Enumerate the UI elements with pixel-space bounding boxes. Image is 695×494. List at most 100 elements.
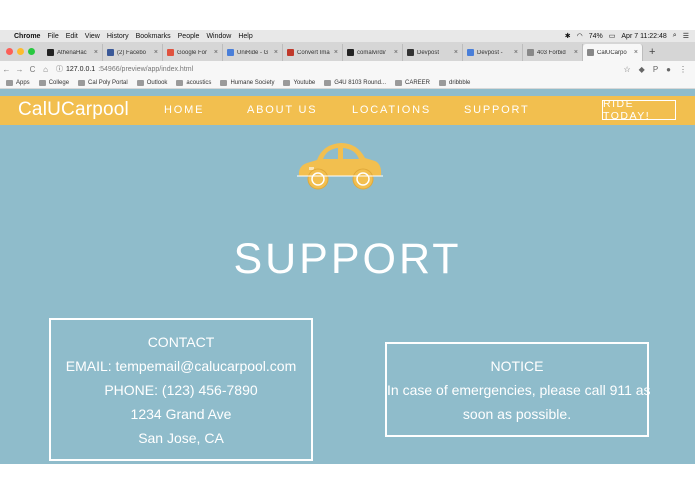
- url-host: 127.0.0.1: [66, 65, 96, 73]
- browser-tab[interactable]: UniRide - G ×: [223, 44, 283, 61]
- bookmark-item[interactable]: College: [38, 79, 69, 86]
- folder-icon: [283, 79, 291, 86]
- browser-tab[interactable]: (2) Facebo ×: [103, 44, 163, 61]
- menu-history[interactable]: History: [107, 33, 129, 40]
- back-icon[interactable]: ←: [0, 65, 13, 74]
- reload-icon[interactable]: C: [26, 65, 39, 74]
- star-icon[interactable]: ☆: [623, 65, 630, 74]
- zoom-window-icon[interactable]: [28, 48, 35, 55]
- browser-tab[interactable]: Devpost ×: [403, 44, 463, 61]
- menu-bookmarks[interactable]: Bookmarks: [136, 33, 171, 40]
- tab-title: AthenaHac: [57, 49, 87, 56]
- folder-icon: [38, 79, 46, 86]
- folder-icon: [136, 79, 144, 86]
- tab-favicon-icon: [107, 49, 114, 56]
- tab-title: Devpost: [417, 49, 440, 56]
- bookmark-item[interactable]: Apps: [6, 79, 30, 86]
- car-icon: [297, 143, 383, 190]
- menu-app[interactable]: Chrome: [14, 33, 40, 40]
- nav-locations[interactable]: LOCATIONS: [352, 104, 431, 116]
- search-icon[interactable]: ⌕: [673, 32, 677, 40]
- tab-strip: AthenaHac × (2) Facebo × Google For × UniRide …: [0, 42, 695, 61]
- bookmark-item[interactable]: Outlook: [136, 79, 168, 86]
- menu-list-icon[interactable]: ☰: [683, 32, 689, 40]
- extension-icon[interactable]: ◆: [639, 65, 645, 74]
- bookmark-label: Youtube: [293, 79, 316, 86]
- new-tab-button[interactable]: +: [643, 46, 661, 61]
- tab-title: Convert Ima: [297, 49, 330, 56]
- folder-icon: [439, 79, 446, 86]
- url-field[interactable]: ⓘ 127.0.0.1:54966/preview/app/index.html: [56, 64, 623, 74]
- tab-close-icon[interactable]: ×: [634, 49, 638, 56]
- minimize-window-icon[interactable]: [17, 48, 24, 55]
- profile-avatar[interactable]: ●: [666, 65, 671, 74]
- bookmark-item[interactable]: Youtube: [283, 79, 316, 86]
- browser-tab[interactable]: Devpost - ×: [463, 44, 523, 61]
- bookmark-item[interactable]: G4U 8103 Round...: [324, 79, 386, 86]
- tab-close-icon[interactable]: ×: [94, 49, 98, 56]
- menu-edit[interactable]: Edit: [66, 33, 78, 40]
- battery-icon[interactable]: ▭: [609, 32, 616, 40]
- wifi-icon[interactable]: ◠: [577, 32, 583, 40]
- site-logo[interactable]: CalUCarpool: [18, 99, 129, 121]
- bookmark-item[interactable]: Cal Poly Portal: [78, 79, 128, 86]
- clock[interactable]: Apr 7 11:22:48: [621, 33, 666, 40]
- notice-line-1: In case of emergencies, please call 911 …: [387, 382, 651, 398]
- tab-favicon-icon: [527, 49, 534, 56]
- nav-about-us[interactable]: ABOUT US: [247, 104, 317, 116]
- folder-icon: [6, 79, 13, 86]
- forward-icon[interactable]: →: [13, 65, 26, 74]
- menu-window[interactable]: Window: [206, 33, 231, 40]
- contact-email[interactable]: EMAIL: tempemail@calucarpool.com: [51, 354, 311, 378]
- tab-favicon-icon: [287, 49, 294, 56]
- browser-tab[interactable]: comalvirdi/ ×: [343, 44, 403, 61]
- browser-tab[interactable]: AthenaHac ×: [43, 44, 103, 61]
- menubar-status: ✱ ◠ 74% ▭ Apr 7 11:22:48 ⌕ ☰: [565, 32, 695, 40]
- nav-support[interactable]: SUPPORT: [464, 104, 530, 116]
- bookmark-item[interactable]: Humane Society: [220, 79, 274, 86]
- tab-close-icon[interactable]: ×: [274, 49, 278, 56]
- menu-file[interactable]: File: [47, 33, 58, 40]
- bluetooth-icon[interactable]: ✱: [565, 32, 571, 40]
- contact-heading: CONTACT: [147, 334, 215, 350]
- menu-view[interactable]: View: [85, 33, 100, 40]
- bookmark-item[interactable]: dribbble: [439, 79, 470, 86]
- screen: Chrome File Edit View History Bookmarks …: [0, 30, 695, 464]
- tab-close-icon[interactable]: ×: [394, 49, 398, 56]
- address-bar: ← → C ⌂ ⓘ 127.0.0.1:54966/preview/app/in…: [0, 61, 695, 77]
- menu-help[interactable]: Help: [238, 33, 252, 40]
- bookmark-label: Cal Poly Portal: [88, 79, 128, 86]
- bookmark-label: Outlook: [146, 79, 168, 86]
- pinterest-icon[interactable]: P: [653, 65, 658, 74]
- contact-phone[interactable]: PHONE: (123) 456-7890: [51, 378, 311, 402]
- bookmark-item[interactable]: CAREER: [394, 79, 430, 86]
- bookmark-label: acoustics: [186, 79, 212, 86]
- tab-close-icon[interactable]: ×: [574, 49, 578, 56]
- menu-people[interactable]: People: [178, 33, 200, 40]
- tab-favicon-icon: [47, 49, 54, 56]
- bookmark-label: G4U 8103 Round...: [334, 79, 386, 86]
- page-title: SUPPORT: [233, 235, 462, 283]
- bookmark-label: CAREER: [404, 79, 430, 86]
- home-icon[interactable]: ⌂: [39, 65, 52, 74]
- tab-favicon-icon: [467, 49, 474, 56]
- browser-tab[interactable]: 403 Forbid ×: [523, 44, 583, 61]
- battery-level[interactable]: 74%: [589, 33, 603, 40]
- ride-today-button[interactable]: RIDE TODAY!: [602, 98, 676, 122]
- more-icon[interactable]: ⋮: [679, 65, 687, 74]
- tab-close-icon[interactable]: ×: [154, 49, 158, 56]
- tab-close-icon[interactable]: ×: [454, 49, 458, 56]
- bookmark-item[interactable]: acoustics: [176, 79, 212, 86]
- browser-tab[interactable]: Convert Ima ×: [283, 44, 343, 61]
- tab-close-icon[interactable]: ×: [514, 49, 518, 56]
- browser-tab[interactable]: CalUCarpo ×: [583, 44, 643, 61]
- tab-close-icon[interactable]: ×: [334, 49, 338, 56]
- tab-title: CalUCarpo: [597, 49, 627, 56]
- tab-close-icon[interactable]: ×: [214, 49, 218, 56]
- contact-city: San Jose, CA: [138, 430, 224, 446]
- close-window-icon[interactable]: [6, 48, 13, 55]
- info-icon[interactable]: ⓘ: [56, 64, 63, 74]
- nav-home[interactable]: HOME: [164, 104, 204, 116]
- website: CalUCarpool HOME ABOUT US LOCATIONS SUPP…: [0, 96, 695, 464]
- browser-tab[interactable]: Google For ×: [163, 44, 223, 61]
